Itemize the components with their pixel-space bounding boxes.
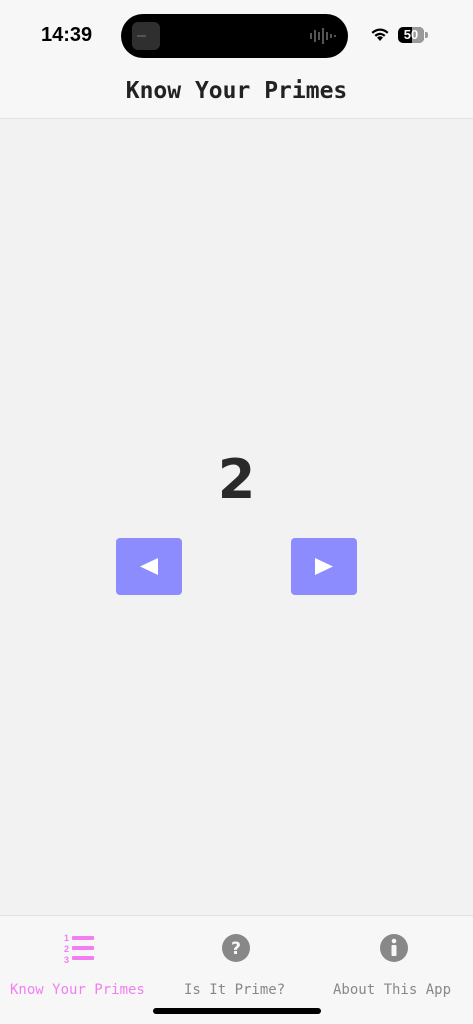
- question-circle-icon: ?: [222, 934, 250, 962]
- right-triangle-icon: [315, 558, 333, 575]
- tab-label: Is It Prime?: [184, 982, 286, 998]
- home-indicator[interactable]: [153, 1008, 321, 1014]
- battery-level: 50: [403, 27, 419, 42]
- wifi-icon: [371, 28, 389, 41]
- info-circle-icon: [380, 934, 408, 962]
- tab-label: Know Your Primes: [10, 982, 145, 998]
- svg-text:3: 3: [64, 955, 69, 964]
- status-time: 14:39: [41, 24, 93, 46]
- audio-waveform-icon: [310, 28, 336, 44]
- numbered-list-icon: 1 2 3: [64, 933, 94, 964]
- page-title: Know Your Primes: [125, 78, 348, 104]
- previous-prime-button[interactable]: [116, 538, 182, 595]
- left-triangle-icon: [140, 558, 158, 575]
- prime-number-display: 2: [217, 448, 256, 511]
- tab-label: About This App: [333, 982, 452, 998]
- now-playing-thumbnail: [132, 22, 160, 50]
- battery-cap: [425, 32, 428, 38]
- status-bar: 14:39 50: [0, 0, 473, 70]
- tab-is-it-prime[interactable]: ? Is It Prime?: [158, 916, 315, 1006]
- battery-icon: 50: [398, 27, 424, 43]
- svg-text:1: 1: [64, 933, 69, 943]
- tab-know-your-primes[interactable]: 1 2 3 Know Your Primes: [0, 916, 158, 1006]
- dynamic-island: [121, 14, 348, 58]
- tab-about-this-app[interactable]: About This App: [315, 916, 473, 1006]
- svg-text:2: 2: [64, 944, 69, 954]
- navigation-header: Know Your Primes: [0, 70, 473, 119]
- svg-text:?: ?: [231, 939, 241, 959]
- next-prime-button[interactable]: [291, 538, 357, 595]
